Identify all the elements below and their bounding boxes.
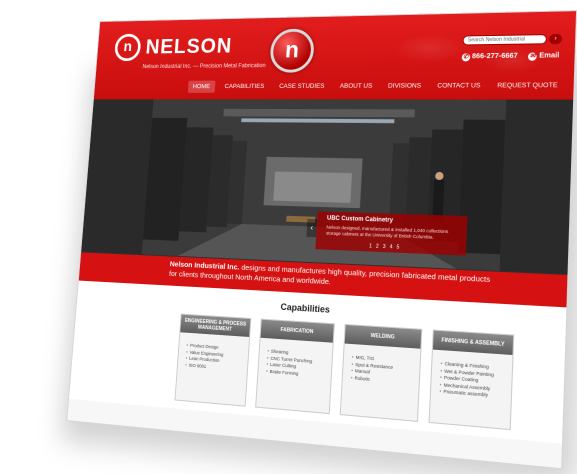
mail-icon: ✉ [528, 52, 538, 61]
slide-dot-1[interactable]: 1 [369, 243, 372, 249]
header-contact: ✆ 866-277-6667 ✉ Email [461, 52, 560, 62]
website-page: n NELSON Nelson Industrial Inc. — Precis… [66, 10, 577, 470]
site-tagline: Nelson Industrial Inc. — Precision Metal… [142, 63, 266, 71]
email-link[interactable]: ✉ Email [528, 52, 560, 61]
mockup-stage: n NELSON Nelson Industrial Inc. — Precis… [0, 0, 577, 474]
capability-list: Product Design Value Engineering Lean Pr… [178, 332, 249, 373]
capability-list: Shearing CNC Turret Punching Laser Cutti… [258, 338, 332, 380]
capability-box-fabrication[interactable]: FABRICATION Shearing CNC Turret Punching… [255, 318, 335, 415]
capability-box-engineering[interactable]: ENGINEERING & PROCESS MANAGEMENT Product… [174, 313, 252, 407]
nav-item-capabilities[interactable]: CAPABILITIES [220, 80, 270, 92]
center-emblem-icon: n [269, 28, 316, 73]
hero-caption-text: Nelson designed, manufactured & installe… [325, 224, 449, 240]
nav-item-home[interactable]: HOME [187, 80, 216, 93]
site-logo[interactable]: n NELSON [113, 32, 233, 62]
phone-link[interactable]: ✆ 866-277-6667 [461, 52, 518, 62]
nav-item-contact-us[interactable]: CONTACT US [432, 79, 486, 92]
logo-badge-icon: n [113, 33, 142, 62]
hero-slider: ‹ UBC Custom Cabinetry Nelson designed, … [81, 99, 574, 276]
capability-box-welding[interactable]: WELDING MIG, TIG Spot & Resistance Manua… [339, 323, 423, 422]
nav-item-divisions[interactable]: DIVISIONS [383, 80, 427, 93]
hero-caption-title: UBC Custom Cabinetry [326, 215, 394, 224]
slide-pager: 1 2 3 4 5 [369, 243, 400, 250]
phone-icon: ✆ [461, 53, 471, 62]
capability-list: MIG, TIG Spot & Resistance Manual Roboti… [343, 344, 421, 387]
search-button[interactable]: › [548, 33, 563, 45]
nav-item-about-us[interactable]: ABOUT US [335, 80, 378, 93]
capability-box-finishing[interactable]: FINISHING & ASSEMBLY Cleaning & Finishin… [428, 329, 515, 431]
phone-number: 866-277-6667 [471, 52, 518, 61]
slide-dot-3[interactable]: 3 [383, 244, 386, 250]
nav-item-case-studies[interactable]: CASE STUDIES [274, 80, 329, 93]
search-input[interactable]: Search Nelson Industrial [462, 34, 548, 46]
main-nav: HOME CAPABILITIES CASE STUDIES ABOUT US … [187, 79, 564, 93]
slide-dot-2[interactable]: 2 [376, 244, 379, 250]
site-header: n NELSON Nelson Industrial Inc. — Precis… [93, 11, 577, 100]
slide-dot-5[interactable]: 5 [396, 244, 399, 250]
nav-item-request-quote[interactable]: REQUEST QUOTE [492, 79, 564, 93]
logo-wordmark: NELSON [144, 33, 233, 59]
email-label: Email [538, 52, 560, 60]
slide-dot-4[interactable]: 4 [389, 244, 392, 250]
capability-list: Cleaning & Finishing Wet & Powder Painti… [431, 350, 513, 402]
